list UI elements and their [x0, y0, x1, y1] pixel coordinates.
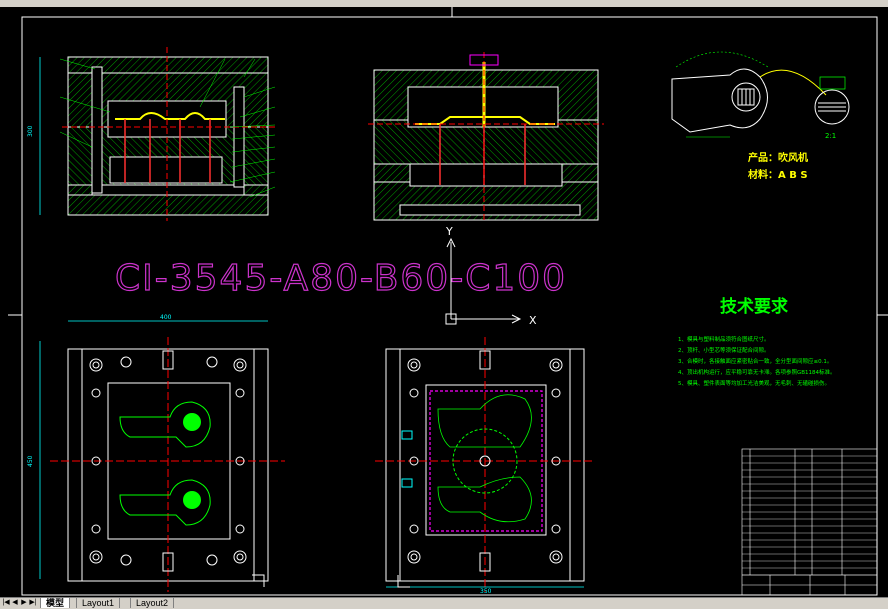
side-section-view	[368, 52, 604, 223]
tech-note-2: 2、顶杆、小型芯等须保证配合间隙。	[678, 346, 770, 354]
cad-drawing-canvas[interactable]: 300 2:1 产品：吹风机 材料：A B S CI-3545-A80-B60-…	[0, 7, 888, 597]
tab-model[interactable]: 模型	[40, 598, 71, 608]
tab-last-button[interactable]: ▶|	[29, 599, 37, 607]
guide-pillar-right	[233, 86, 245, 188]
ejector-void	[409, 163, 563, 187]
product-outline	[671, 68, 768, 133]
tech-note-4: 4、顶出机构运行，应平稳可靠无卡滞。各项参照GB1184标准。	[678, 368, 836, 376]
tech-requirements: 技术要求 1、模具与塑料制品须符合图纸尺寸。 2、顶杆、小型芯等须保证配合间隙。…	[678, 296, 836, 387]
product-detail-view: 2:1 产品：吹风机 材料：A B S	[671, 51, 850, 181]
cavity-fan-bottom	[183, 491, 201, 509]
tab-first-button[interactable]: |◀	[2, 599, 10, 607]
layout-tab-bar: |◀ ◀ ▶ ▶| 模型 Layout1 Layout2	[0, 597, 888, 609]
dim-arc-detail	[675, 51, 769, 68]
tab-layout1[interactable]: Layout1	[76, 598, 121, 608]
dim-height-plan-left: 450	[27, 455, 34, 467]
product-label: 产品：吹风机	[748, 151, 808, 164]
spacer-block-right	[243, 184, 269, 196]
lower-void	[399, 204, 581, 216]
title-block	[741, 448, 878, 596]
tech-note-5: 5、模具、塑件表面等均加工光洁美观，无毛刺、无磕碰损伤。	[678, 379, 830, 387]
cable-curve	[759, 69, 827, 96]
spacer-block-left	[67, 184, 93, 196]
tech-note-3: 3、合模时，各接触面应紧密贴合一致，全分型面间隙应≤0.1。	[678, 357, 832, 365]
tech-note-1: 1、模具与塑料制品须符合图纸尺寸。	[678, 335, 770, 343]
dim-height-front: 300	[27, 125, 34, 137]
clamp-plate-bottom	[67, 194, 269, 216]
part-code-watermark: CI-3545-A80-B60-C100	[115, 258, 567, 299]
dim-width-plan-right: 350	[480, 588, 492, 595]
tech-title: 技术要求	[720, 296, 788, 317]
fixed-half-plan-view: 350	[375, 337, 595, 595]
cavity-fan-top	[183, 413, 201, 431]
tab-next-button[interactable]: ▶	[20, 599, 28, 607]
ejector-space	[109, 156, 223, 184]
detail-mark	[819, 76, 846, 90]
tab-prev-button[interactable]: ◀	[11, 599, 19, 607]
ucs-x-label: X	[529, 314, 537, 327]
title-block-rows	[742, 455, 877, 576]
material-label: 材料：A B S	[748, 168, 808, 181]
tab-layout2[interactable]: Layout2	[130, 598, 175, 608]
window-top-strip	[0, 0, 888, 7]
moving-half-plan-view: 400 450	[27, 314, 285, 592]
ucs-y-label: Y	[445, 225, 453, 238]
detail-scale: 2:1	[825, 132, 836, 140]
guide-pillar-left	[91, 66, 103, 194]
dim-width-plan-left: 400	[160, 314, 172, 321]
front-section-view: 300	[27, 47, 276, 221]
